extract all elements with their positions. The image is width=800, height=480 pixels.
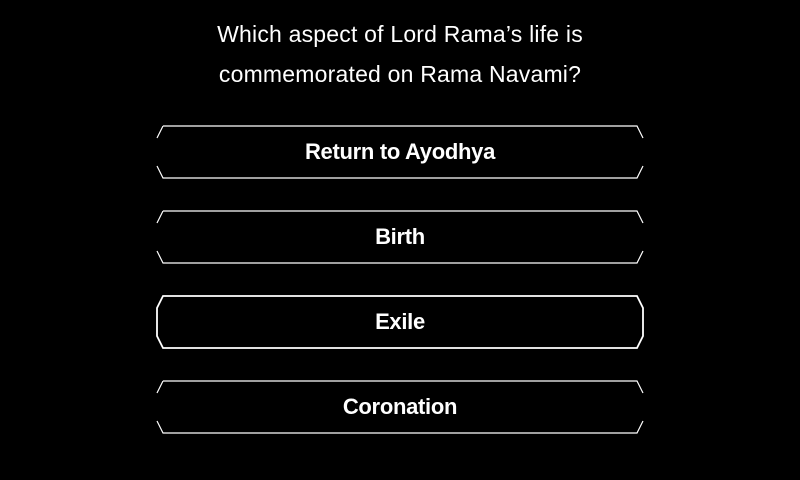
answer-option-return-to-ayodhya[interactable]: Return to Ayodhya bbox=[155, 124, 645, 180]
question-text: Which aspect of Lord Rama’s life is comm… bbox=[0, 14, 800, 94]
answer-option-coronation[interactable]: Coronation bbox=[155, 379, 645, 435]
question-line-1: Which aspect of Lord Rama’s life is bbox=[217, 21, 583, 47]
answer-list: Return to Ayodhya Birth Exile Coronation bbox=[155, 124, 645, 464]
answer-label: Birth bbox=[375, 224, 425, 249]
answer-option-exile[interactable]: Exile bbox=[155, 294, 645, 350]
answer-label: Exile bbox=[375, 309, 425, 334]
question-line-2: commemorated on Rama Navami? bbox=[218, 61, 582, 87]
answer-option-birth[interactable]: Birth bbox=[155, 209, 645, 265]
answer-label: Return to Ayodhya bbox=[304, 139, 496, 164]
answer-label: Coronation bbox=[342, 394, 458, 419]
